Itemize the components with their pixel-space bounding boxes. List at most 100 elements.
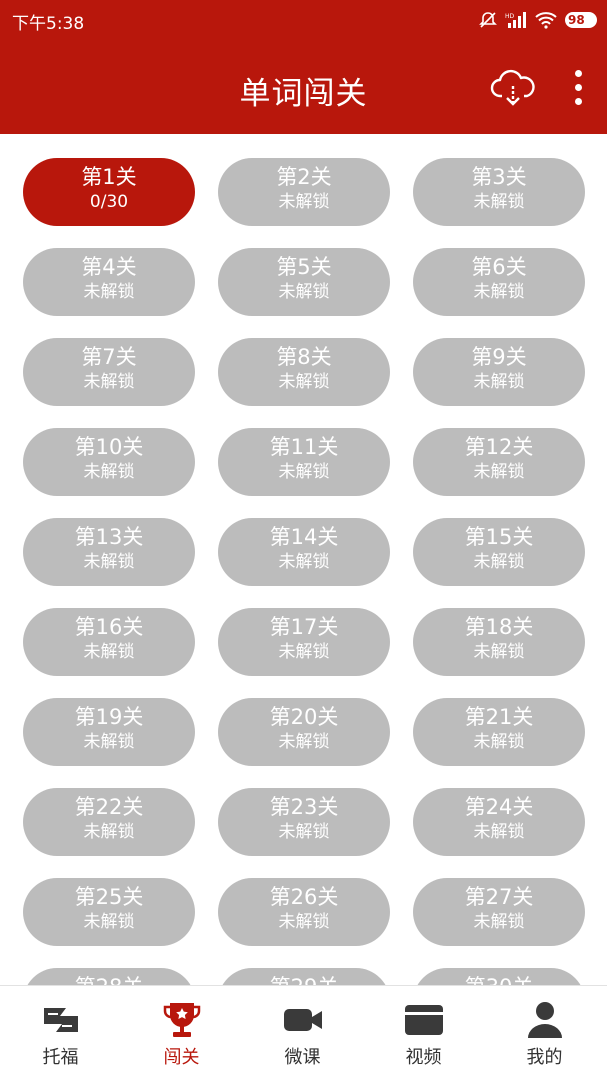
level-button-1[interactable]: 第1关 0/30	[23, 158, 195, 226]
level-name: 第29关	[218, 975, 390, 985]
level-button-27[interactable]: 第27关 未解锁	[413, 878, 585, 946]
level-name: 第24关	[464, 795, 534, 819]
video-card-icon	[403, 1000, 445, 1040]
level-name: 第27关	[464, 885, 534, 909]
level-button-5[interactable]: 第5关未解锁	[218, 248, 390, 316]
level-status: 未解锁	[83, 912, 135, 932]
level-button-6[interactable]: 第6关未解锁	[413, 248, 585, 316]
battery-indicator: 98	[565, 12, 597, 28]
level-button-25[interactable]: 第25关未解锁	[23, 878, 195, 946]
level-status: 未解锁	[473, 822, 525, 842]
network-label: HD	[505, 13, 515, 20]
app-bar: 单词闯关	[0, 40, 607, 134]
level-status: 未解锁	[278, 552, 330, 572]
level-status: 未解锁	[278, 282, 330, 302]
mute-icon	[479, 11, 497, 29]
nav-item-2[interactable]: 闯关	[121, 986, 242, 1081]
nav-label: 视频	[405, 1047, 442, 1068]
level-name: 第20关	[269, 705, 339, 729]
level-name: 第18关	[464, 615, 534, 639]
level-button-22[interactable]: 第22关 未解锁	[23, 788, 195, 856]
level-name: 第10关	[74, 435, 144, 459]
level-name: 第13关	[74, 525, 144, 549]
status-icons: HD 98	[479, 9, 597, 31]
level-status: 未解锁	[278, 732, 330, 752]
level-button-8[interactable]: 第8关 未解锁	[218, 338, 390, 406]
level-status: 未解锁	[278, 822, 330, 842]
level-button-13[interactable]: 第13关未解锁	[23, 518, 195, 586]
level-name: 第21关	[464, 705, 534, 729]
status-bar: 下午5:38 HD 98	[0, 0, 607, 40]
level-button-7[interactable]: 第7关未解锁	[23, 338, 195, 406]
level-grid: 第1关 0/30 第2关 未解锁 第3关 未解锁 第4关 未解锁 第5关 未解锁 第6关 未解锁 第7关…	[0, 134, 607, 985]
signal-icon: HD	[505, 11, 527, 29]
level-button-20[interactable]: 第20关未解锁	[218, 698, 390, 766]
level-status: 未解锁	[278, 912, 330, 932]
level-button-2[interactable]: 第2关 未解锁	[218, 158, 390, 226]
level-name: 第30关	[413, 975, 585, 985]
level-button-17[interactable]: 第17关 未解锁	[218, 608, 390, 676]
level-button-16[interactable]: 第16关 未解锁	[23, 608, 195, 676]
level-button-23[interactable]: 第23关 未解锁	[218, 788, 390, 856]
level-name: 第6关	[471, 255, 527, 279]
nav-label: 闯关	[163, 1047, 200, 1068]
status-time: 下午5:38	[12, 14, 85, 34]
more-vertical-icon	[574, 70, 582, 77]
level-name: 第17关	[269, 615, 339, 639]
level-button-4[interactable]: 第4关 未解锁	[23, 248, 195, 316]
level-button-11[interactable]: 第11关 未解锁	[218, 428, 390, 496]
level-button-10[interactable]: 第10关未解锁	[23, 428, 195, 496]
level-name: 第7关	[81, 345, 137, 369]
level-status: 未解锁	[83, 372, 135, 392]
level-status: 未解锁	[473, 732, 525, 752]
level-status: 未解锁	[473, 372, 525, 392]
nav-label: 我的	[526, 1047, 563, 1068]
level-button-9[interactable]: 第9关 未解锁	[413, 338, 585, 406]
level-status: 未解锁	[278, 462, 330, 482]
person-icon	[524, 1000, 566, 1040]
level-button-24[interactable]: 第24关未解锁	[413, 788, 585, 856]
level-name: 第14关	[269, 525, 339, 549]
more-menu-button[interactable]	[566, 68, 590, 110]
level-button-18[interactable]: 第18关未解锁	[413, 608, 585, 676]
level-button-21[interactable]: 第21关未解锁	[413, 698, 585, 766]
level-status: 未解锁	[473, 192, 525, 212]
nav-item-1[interactable]: 托福	[0, 986, 121, 1081]
level-name: 第5关	[276, 255, 332, 279]
cloud-download-button[interactable]	[490, 68, 536, 108]
level-status: 0/30	[89, 192, 129, 212]
level-status: 未解锁	[473, 552, 525, 572]
nav-item-5[interactable]: 我的	[484, 986, 605, 1081]
level-status: 未解锁	[83, 282, 135, 302]
level-button-14[interactable]: 第14关未解锁	[218, 518, 390, 586]
level-button-15[interactable]: 第15关未解锁	[413, 518, 585, 586]
level-name: 第15关	[464, 525, 534, 549]
level-button-3[interactable]: 第3关未解锁	[413, 158, 585, 226]
nav-item-3[interactable]: 微课	[242, 986, 363, 1081]
level-button-12[interactable]: 第12关未解锁	[413, 428, 585, 496]
level-status: 未解锁	[83, 552, 135, 572]
level-button-29[interactable]: 第29关	[218, 968, 390, 985]
nav-item-4[interactable]: 视频	[363, 986, 484, 1081]
toefl-icon	[40, 1000, 82, 1040]
level-name: 第8关	[276, 345, 332, 369]
level-button-28[interactable]: 第28关	[23, 968, 195, 985]
level-name: 第28关	[23, 975, 195, 985]
wifi-icon	[535, 11, 557, 29]
level-button-19[interactable]: 第19关 未解锁	[23, 698, 195, 766]
level-name: 第16关	[74, 615, 144, 639]
level-status: 未解锁	[473, 282, 525, 302]
level-name: 第12关	[464, 435, 534, 459]
level-status: 未解锁	[473, 462, 525, 482]
level-status: 未解锁	[83, 462, 135, 482]
level-status: 未解锁	[83, 732, 135, 752]
level-name: 第3关	[471, 165, 527, 189]
level-status: 未解锁	[278, 192, 330, 212]
level-name: 第1关	[81, 165, 137, 189]
level-button-30[interactable]: 第30关	[413, 968, 585, 985]
cloud-download-icon	[490, 69, 535, 106]
level-status: 未解锁	[473, 642, 525, 662]
level-button-26[interactable]: 第26关 未解锁	[218, 878, 390, 946]
level-name: 第25关	[74, 885, 144, 909]
video-camera-icon	[282, 1000, 324, 1040]
